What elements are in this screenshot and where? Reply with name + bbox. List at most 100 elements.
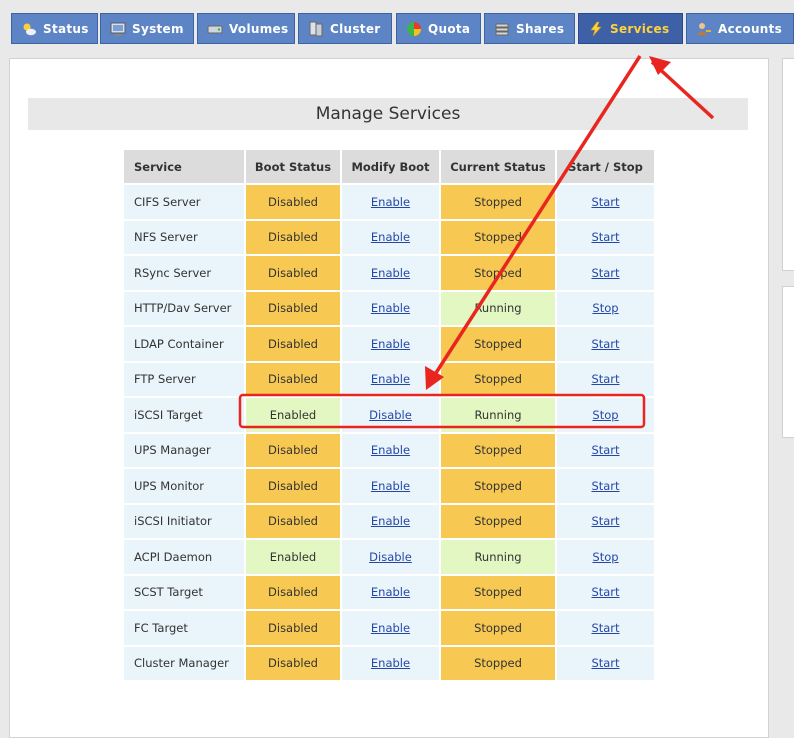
table-row: UPS Monitor Disabled Enable Stopped Start bbox=[124, 469, 654, 503]
modify-boot-cell: Disable bbox=[342, 398, 439, 432]
start-stop-cell: Start bbox=[557, 504, 654, 538]
boot-status: Disabled bbox=[246, 327, 340, 361]
modify-boot-cell: Disable bbox=[342, 540, 439, 574]
tab-label: Status bbox=[43, 21, 89, 36]
modify-boot-link[interactable]: Enable bbox=[371, 585, 410, 599]
start-stop-cell: Start bbox=[557, 185, 654, 219]
start-stop-cell: Start bbox=[557, 469, 654, 503]
start-stop-link[interactable]: Stop bbox=[592, 550, 618, 564]
modify-boot-link[interactable]: Disable bbox=[369, 550, 412, 564]
start-stop-link[interactable]: Start bbox=[591, 266, 619, 280]
boot-status: Disabled bbox=[246, 185, 340, 219]
modify-boot-cell: Enable bbox=[342, 469, 439, 503]
modify-boot-link[interactable]: Enable bbox=[371, 337, 410, 351]
start-stop-link[interactable]: Start bbox=[591, 479, 619, 493]
servers-icon bbox=[308, 21, 324, 37]
current-status: Running bbox=[441, 398, 555, 432]
modify-boot-link[interactable]: Enable bbox=[371, 195, 410, 209]
start-stop-link[interactable]: Start bbox=[591, 230, 619, 244]
table-row: RSync Server Disabled Enable Stopped Start bbox=[124, 256, 654, 290]
start-stop-cell: Start bbox=[557, 220, 654, 254]
modify-boot-link[interactable]: Disable bbox=[369, 408, 412, 422]
current-status: Stopped bbox=[441, 433, 555, 467]
table-row: LDAP Container Disabled Enable Stopped Start bbox=[124, 327, 654, 361]
tab-status[interactable]: Status bbox=[11, 13, 98, 44]
tab-accounts[interactable]: Accounts bbox=[686, 13, 794, 44]
modify-boot-link[interactable]: Enable bbox=[371, 301, 410, 315]
current-status: Stopped bbox=[441, 220, 555, 254]
tab-cluster[interactable]: Cluster bbox=[298, 13, 392, 44]
table-row: HTTP/Dav Server Disabled Enable Running Stop bbox=[124, 291, 654, 325]
start-stop-link[interactable]: Start bbox=[591, 443, 619, 457]
modify-boot-cell: Enable bbox=[342, 220, 439, 254]
current-status: Stopped bbox=[441, 362, 555, 396]
column-header-modify-boot: Modify Boot bbox=[342, 150, 439, 183]
tab-services[interactable]: Services bbox=[578, 13, 683, 44]
boot-status: Enabled bbox=[246, 540, 340, 574]
table-row: iSCSI Initiator Disabled Enable Stopped Star… bbox=[124, 504, 654, 538]
start-stop-link[interactable]: Start bbox=[591, 585, 619, 599]
modify-boot-link[interactable]: Enable bbox=[371, 514, 410, 528]
current-status: Stopped bbox=[441, 185, 555, 219]
user-key-icon bbox=[696, 21, 712, 37]
modify-boot-link[interactable]: Enable bbox=[371, 266, 410, 280]
table-row: SCST Target Disabled Enable Stopped Start bbox=[124, 575, 654, 609]
modify-boot-cell: Enable bbox=[342, 291, 439, 325]
start-stop-cell: Start bbox=[557, 256, 654, 290]
modify-boot-cell: Enable bbox=[342, 646, 439, 680]
modify-boot-cell: Enable bbox=[342, 327, 439, 361]
modify-boot-cell: Enable bbox=[342, 362, 439, 396]
modify-boot-link[interactable]: Enable bbox=[371, 479, 410, 493]
boot-status: Disabled bbox=[246, 256, 340, 290]
boot-status: Disabled bbox=[246, 469, 340, 503]
modify-boot-link[interactable]: Enable bbox=[371, 443, 410, 457]
start-stop-link[interactable]: Start bbox=[591, 337, 619, 351]
tab-shares[interactable]: Shares bbox=[484, 13, 575, 44]
service-name: CIFS Server bbox=[124, 185, 244, 219]
table-row: iSCSI Target Enabled Disable Running Stop bbox=[124, 398, 654, 432]
boot-status: Disabled bbox=[246, 646, 340, 680]
service-name: ACPI Daemon bbox=[124, 540, 244, 574]
modify-boot-link[interactable]: Enable bbox=[371, 230, 410, 244]
modify-boot-link[interactable]: Enable bbox=[371, 656, 410, 670]
modify-boot-cell: Enable bbox=[342, 256, 439, 290]
service-name: HTTP/Dav Server bbox=[124, 291, 244, 325]
modify-boot-link[interactable]: Enable bbox=[371, 621, 410, 635]
tab-label: Shares bbox=[516, 21, 565, 36]
service-name: UPS Manager bbox=[124, 433, 244, 467]
start-stop-link[interactable]: Start bbox=[591, 514, 619, 528]
start-stop-cell: Start bbox=[557, 646, 654, 680]
current-status: Stopped bbox=[441, 611, 555, 645]
boot-status: Disabled bbox=[246, 362, 340, 396]
service-name: FC Target bbox=[124, 611, 244, 645]
sun-cloud-icon bbox=[21, 21, 37, 37]
service-name: RSync Server bbox=[124, 256, 244, 290]
current-status: Stopped bbox=[441, 469, 555, 503]
modify-boot-cell: Enable bbox=[342, 504, 439, 538]
boot-status: Disabled bbox=[246, 504, 340, 538]
tab-quota[interactable]: Quota bbox=[396, 13, 481, 44]
start-stop-link[interactable]: Start bbox=[591, 656, 619, 670]
lightning-icon bbox=[588, 21, 604, 37]
column-header-boot-status: Boot Status bbox=[246, 150, 340, 183]
page-title: Manage Services bbox=[28, 98, 748, 130]
boot-status: Enabled bbox=[246, 398, 340, 432]
start-stop-link[interactable]: Stop bbox=[592, 301, 618, 315]
start-stop-link[interactable]: Start bbox=[591, 195, 619, 209]
start-stop-link[interactable]: Stop bbox=[592, 408, 618, 422]
tab-system[interactable]: System bbox=[100, 13, 194, 44]
start-stop-cell: Start bbox=[557, 611, 654, 645]
start-stop-link[interactable]: Start bbox=[591, 621, 619, 635]
start-stop-cell: Start bbox=[557, 362, 654, 396]
services-table: Service Boot Status Modify Boot Current … bbox=[122, 148, 656, 682]
modify-boot-link[interactable]: Enable bbox=[371, 372, 410, 386]
modify-boot-cell: Enable bbox=[342, 185, 439, 219]
side-panel-fragment bbox=[782, 58, 794, 271]
current-status: Stopped bbox=[441, 646, 555, 680]
tab-volumes[interactable]: Volumes bbox=[197, 13, 295, 44]
start-stop-cell: Stop bbox=[557, 540, 654, 574]
start-stop-link[interactable]: Start bbox=[591, 372, 619, 386]
tab-label: System bbox=[132, 21, 184, 36]
table-row: FC Target Disabled Enable Stopped Start bbox=[124, 611, 654, 645]
table-row: FTP Server Disabled Enable Stopped Start bbox=[124, 362, 654, 396]
